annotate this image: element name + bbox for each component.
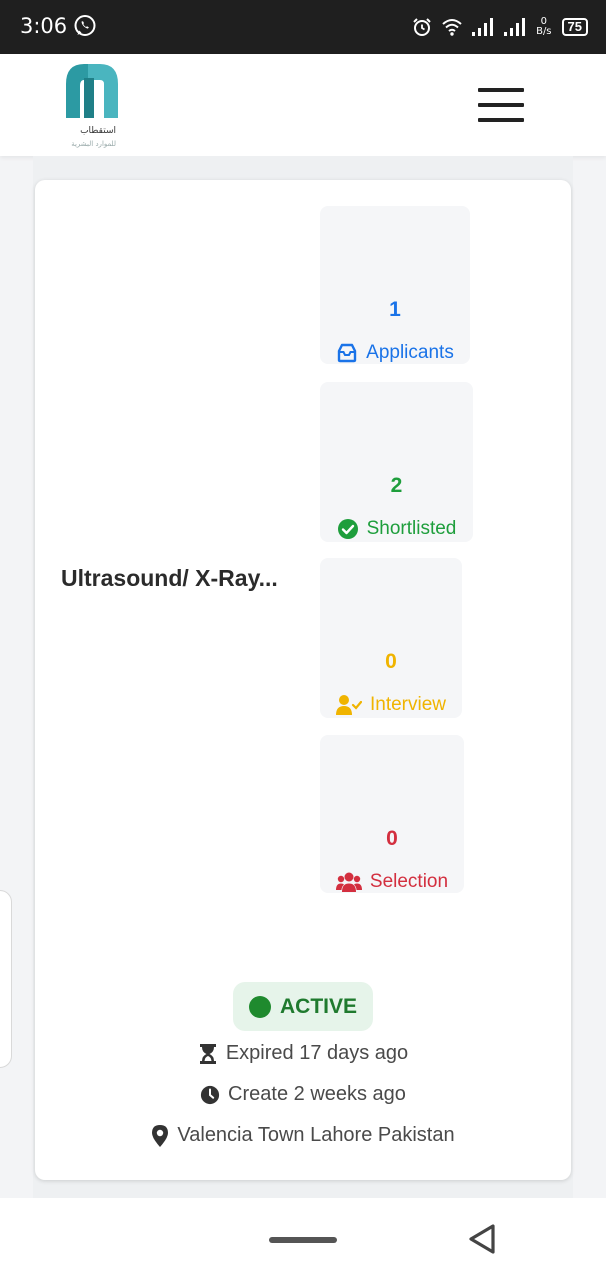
stat-shortlisted[interactable]: 2 Shortlisted [320,382,473,542]
location-pin-icon [152,1124,169,1147]
hamburger-menu-icon[interactable] [478,88,524,122]
stat-applicants-label: Applicants [366,342,454,363]
stat-applicants[interactable]: 1 Applicants [320,206,470,364]
stat-selection[interactable]: 0 Selection [320,735,464,893]
status-dot-icon [248,995,271,1018]
stat-applicants-count: 1 [389,298,401,321]
job-card[interactable]: Ultrasound/ X-Ray... 1 Applicants 2 Shor… [35,180,571,1180]
alarm-icon [413,18,431,36]
check-circle-icon [337,519,358,539]
app-header: استقطاب للموارد البشرية [0,54,606,156]
stat-selection-count: 0 [386,827,398,850]
users-icon [335,872,362,892]
meta-created-text: Create 2 weeks ago [228,1083,406,1105]
user-check-icon [335,695,362,715]
hourglass-icon [199,1043,216,1064]
stat-interview-label: Interview [369,694,447,715]
stat-shortlisted-count: 2 [390,474,403,497]
meta-created: Create 2 weeks ago [35,1083,571,1106]
signal-icon-2 [504,18,526,36]
wifi-icon [442,19,462,36]
signal-icon-1 [472,18,494,36]
status-bar: 3:06 0 B/s 75 [0,0,606,54]
job-title[interactable]: Ultrasound/ X-Ray... [61,565,278,592]
logo-text: استقطاب [80,126,116,136]
home-gesture-bar[interactable] [269,1237,337,1243]
system-nav-bar [0,1198,606,1280]
status-time: 3:06 [20,14,68,38]
stat-selection-label: Selection [369,871,449,892]
stat-shortlisted-label: Shortlisted [366,518,457,539]
meta-expired-text: Expired 17 days ago [225,1042,409,1064]
network-speed-unit: B/s [536,26,552,37]
battery-indicator: 75 [561,18,588,36]
back-icon[interactable] [466,1222,498,1256]
network-speed: 0 B/s [536,17,551,37]
meta-location-text: Valencia Town Lahore Pakistan [177,1124,455,1146]
status-badge: ACTIVE [233,982,373,1031]
logo-subtext: للموارد البشرية [71,140,116,148]
meta-location: Valencia Town Lahore Pakistan [35,1124,571,1147]
whatsapp-icon [74,15,96,36]
status-badge-label: ACTIVE [279,994,357,1018]
stat-interview[interactable]: 0 Interview [320,558,462,718]
clock-icon [200,1085,220,1104]
inbox-icon [337,343,357,363]
stat-interview-count: 0 [385,650,397,673]
meta-expired: Expired 17 days ago [35,1042,571,1065]
side-drawer-handle[interactable] [0,890,12,1068]
